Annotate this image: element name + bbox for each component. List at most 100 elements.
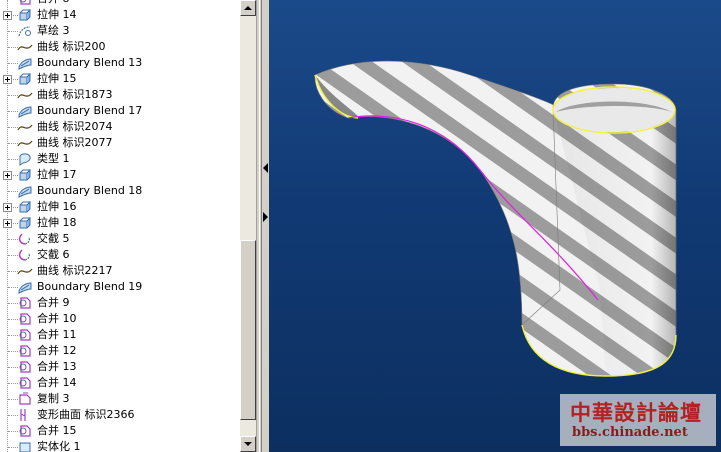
arrow-up-icon [244, 6, 252, 10]
tree-item[interactable]: 曲线 标识2217 [0, 263, 240, 279]
watermark: 中華設計論壇 bbs.chinade.net [560, 394, 716, 446]
tree-item-label: 合并 14 [37, 376, 77, 389]
tree-item-label: 拉伸 17 [37, 168, 77, 181]
tree-item-label: 曲线 标识1873 [37, 88, 113, 101]
tree-item-label: 草绘 3 [37, 24, 70, 37]
tree-item[interactable]: 合并 9 [0, 295, 240, 311]
warp-surface-icon [17, 407, 33, 423]
tree-item-label: Boundary Blend 17 [37, 104, 143, 117]
arrow-down-icon [244, 442, 252, 446]
panel-splitter[interactable] [256, 0, 269, 452]
tree-item[interactable]: Boundary Blend 18 [0, 183, 240, 199]
tree-item[interactable]: 拉伸 18 [0, 215, 240, 231]
tree-item[interactable]: 曲线 标识200 [0, 39, 240, 55]
tree-item[interactable]: 合并 12 [0, 343, 240, 359]
zebra-surface-model [314, 60, 677, 377]
tree-item-label: 曲线 标识200 [37, 40, 106, 53]
tree-item[interactable]: 草绘 3 [0, 23, 240, 39]
expand-toggle-icon[interactable] [3, 11, 12, 20]
watermark-title: 中華設計論壇 [570, 400, 702, 425]
collapse-left-icon[interactable] [262, 163, 269, 173]
type-icon [17, 151, 33, 167]
tree-item-label: Boundary Blend 18 [37, 184, 143, 197]
intersect-icon [17, 247, 33, 263]
tree-item[interactable]: Boundary Blend 19 [0, 279, 240, 295]
tree-item[interactable]: 交截 5 [0, 231, 240, 247]
expand-toggle-icon[interactable] [3, 219, 12, 228]
tree-item-label: 复制 3 [37, 392, 70, 405]
tree-item-label: 拉伸 18 [37, 216, 77, 229]
expand-toggle-icon[interactable] [3, 75, 12, 84]
boundary-blend-icon [17, 103, 33, 119]
merge-icon [17, 311, 33, 327]
tree-item-label: 拉伸 15 [37, 72, 77, 85]
tree-item[interactable]: 交截 6 [0, 247, 240, 263]
tree-item-label: Boundary Blend 13 [37, 56, 143, 69]
tree-item[interactable]: Boundary Blend 13 [0, 55, 240, 71]
scroll-thumb[interactable] [240, 240, 256, 420]
tree-item[interactable]: 拉伸 16 [0, 199, 240, 215]
merge-icon [17, 327, 33, 343]
expand-toggle-icon[interactable] [3, 203, 12, 212]
tree-scrollbar[interactable] [240, 0, 256, 452]
tree-item[interactable]: 实体化 1 [0, 439, 240, 452]
tree-item[interactable]: 合并 13 [0, 359, 240, 375]
tree-item-label: 交截 5 [37, 232, 70, 245]
tree-item[interactable]: 合并 8 [0, 0, 240, 7]
extrude-icon [17, 215, 33, 231]
solidify-icon [17, 439, 33, 452]
scroll-down-button[interactable] [240, 436, 256, 452]
graphics-viewport[interactable] [269, 0, 721, 452]
tree-item-label: 曲线 标识2077 [37, 136, 113, 149]
tree-item[interactable]: 合并 10 [0, 311, 240, 327]
tree-item-label: 合并 10 [37, 312, 77, 325]
tree-item[interactable]: 曲线 标识2077 [0, 135, 240, 151]
tree-item-label: Boundary Blend 19 [37, 280, 143, 293]
expand-toggle-icon[interactable] [3, 171, 12, 180]
curve-icon [17, 135, 33, 151]
tree-item-label: 拉伸 16 [37, 200, 77, 213]
scroll-up-button[interactable] [240, 0, 256, 16]
tree-item-label: 交截 6 [37, 248, 70, 261]
extrude-icon [17, 71, 33, 87]
extrude-icon [17, 167, 33, 183]
curve-icon [17, 87, 33, 103]
tree-item[interactable]: 拉伸 17 [0, 167, 240, 183]
tree-item[interactable]: 合并 15 [0, 423, 240, 439]
merge-icon [17, 0, 33, 7]
tree-item[interactable]: 拉伸 15 [0, 71, 240, 87]
merge-icon [17, 359, 33, 375]
tree-item-label: 合并 15 [37, 424, 77, 437]
extrude-icon [17, 7, 33, 23]
tree-item-label: 曲线 标识2217 [37, 264, 113, 277]
boundary-blend-icon [17, 183, 33, 199]
curve-icon [17, 263, 33, 279]
tree-item[interactable]: 合并 14 [0, 375, 240, 391]
curve-icon [17, 39, 33, 55]
tree-item[interactable]: 合并 11 [0, 327, 240, 343]
tree-item-label: 合并 13 [37, 360, 77, 373]
watermark-url: bbs.chinade.net [572, 425, 688, 440]
curve-icon [17, 119, 33, 135]
boundary-blend-icon [17, 279, 33, 295]
expand-right-icon[interactable] [262, 212, 269, 222]
tree-item[interactable]: Boundary Blend 17 [0, 103, 240, 119]
tree-item-label: 类型 1 [37, 152, 70, 165]
tree-item[interactable]: 复制 3 [0, 391, 240, 407]
tree-item[interactable]: 类型 1 [0, 151, 240, 167]
merge-icon [17, 423, 33, 439]
tree-item-label: 变形曲面 标识2366 [37, 408, 135, 421]
tree-item-label: 曲线 标识2074 [37, 120, 113, 133]
tree-item-label: 实体化 1 [37, 440, 81, 452]
model-tree-panel: 合并 8拉伸 14 草绘 3 曲线 标识200 Boundary Blend 13 拉伸… [0, 0, 240, 452]
merge-icon [17, 343, 33, 359]
tree-item[interactable]: 变形曲面 标识2366 [0, 407, 240, 423]
extrude-icon [17, 199, 33, 215]
tree-item[interactable]: 曲线 标识2074 [0, 119, 240, 135]
tree-item-label: 合并 12 [37, 344, 77, 357]
boundary-blend-icon [17, 55, 33, 71]
tree-item[interactable]: 曲线 标识1873 [0, 87, 240, 103]
tree-item-label: 合并 11 [37, 328, 77, 341]
merge-icon [17, 295, 33, 311]
tree-item[interactable]: 拉伸 14 [0, 7, 240, 23]
